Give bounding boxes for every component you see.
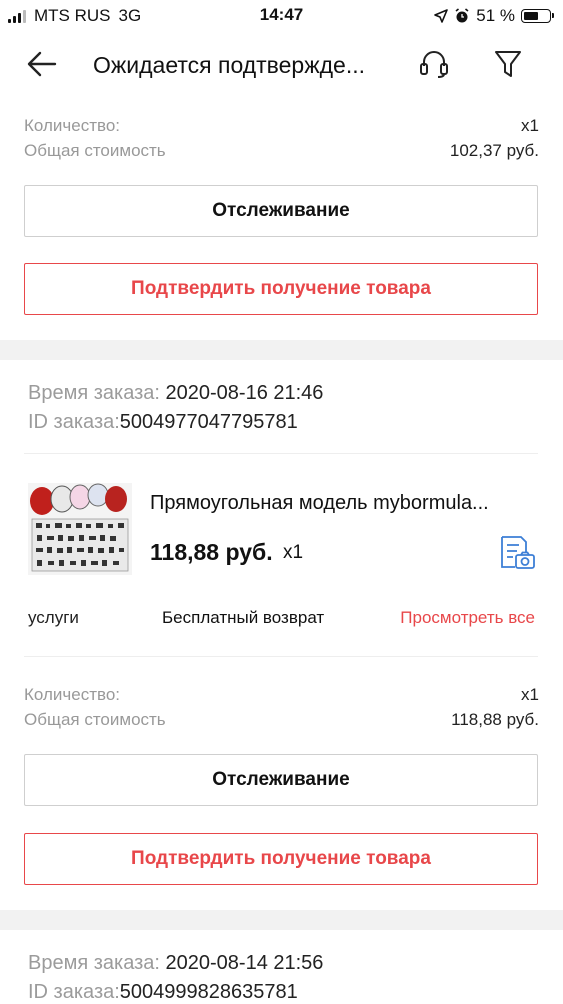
quantity-value: x1	[521, 685, 539, 704]
order-time-value: 2020-08-16 21:46	[165, 382, 324, 404]
arrow-left-icon	[27, 51, 57, 77]
funnel-icon	[495, 51, 521, 77]
order-time-label: Время заказа:	[28, 382, 160, 404]
confirm-receipt-button[interactable]: Подтвердить получение товара	[24, 263, 538, 315]
section-divider	[0, 340, 563, 360]
order-time: Время заказа: 2020-08-16 21:46	[28, 382, 323, 405]
order-time: Время заказа: 2020-08-14 21:56	[28, 952, 323, 975]
services-label: услуги	[28, 608, 79, 627]
confirm-receipt-button[interactable]: Подтвердить получение товара	[24, 833, 538, 885]
total-value: 118,88 руб.	[451, 710, 539, 729]
view-all-link[interactable]: Просмотреть все	[400, 608, 535, 628]
quantity-row: Количество: x1	[24, 116, 539, 136]
order-id: ID заказа:5004977047795781	[28, 411, 298, 434]
total-label: Общая стоимость	[24, 141, 166, 160]
filter-button[interactable]	[488, 46, 528, 82]
order-id-label: ID заказа:	[28, 411, 120, 433]
product-quantity: x1	[283, 542, 304, 563]
order-id-value[interactable]: 5004977047795781	[120, 411, 298, 433]
back-button[interactable]	[24, 46, 60, 82]
alarm-clock-icon	[455, 8, 469, 23]
document-camera-icon	[501, 536, 535, 569]
battery-icon	[521, 9, 554, 23]
divider	[24, 453, 538, 454]
headset-icon	[420, 51, 448, 78]
quantity-label: Количество:	[24, 685, 121, 704]
total-label: Общая стоимость	[24, 710, 166, 729]
free-return-label: Бесплатный возврат	[162, 608, 325, 627]
status-bar: MTS RUS 3G 14:47 51 %	[0, 0, 563, 32]
photo-review-button[interactable]	[497, 533, 537, 573]
location-arrow-icon	[434, 9, 449, 23]
product-thumbnail[interactable]	[28, 483, 132, 575]
order-time-value: 2020-08-14 21:56	[165, 952, 324, 974]
quantity-row: Количество: x1	[24, 685, 539, 705]
total-row: Общая стоимость 102,37 руб.	[24, 141, 539, 161]
total-row: Общая стоимость 118,88 руб.	[24, 710, 539, 730]
total-value: 102,37 руб.	[449, 141, 539, 160]
support-button[interactable]	[414, 46, 454, 82]
product-price: 118,88 руб.	[150, 539, 273, 565]
battery-percent: 51 %	[476, 6, 515, 25]
order-time-label: Время заказа:	[28, 952, 160, 974]
divider	[24, 656, 538, 657]
tracking-button[interactable]: Отслеживание	[24, 754, 538, 806]
quantity-label: Количество:	[24, 116, 121, 135]
status-right: 51 %	[434, 6, 554, 26]
page-title: Ожидается подтвержде...	[93, 52, 365, 78]
section-divider	[0, 910, 563, 930]
order-id: ID заказа:5004999828635781	[28, 981, 298, 1004]
header: Ожидается подтвержде...	[0, 32, 563, 98]
tracking-button[interactable]: Отслеживание	[24, 185, 538, 237]
quantity-value: x1	[521, 116, 539, 135]
product-name[interactable]: Прямоугольная модель mybormula...	[150, 492, 535, 515]
